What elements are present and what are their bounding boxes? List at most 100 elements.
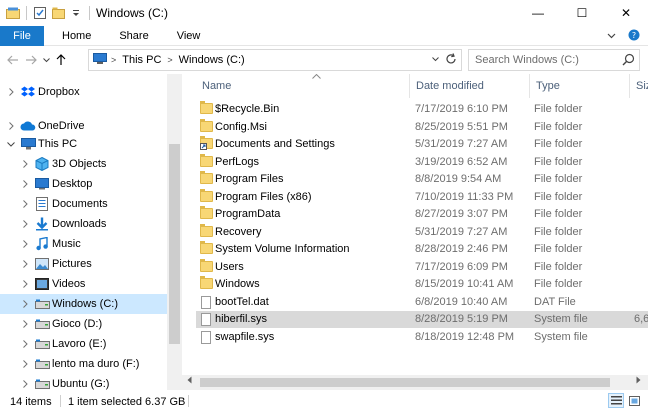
expand-ribbon-icon[interactable]	[607, 30, 616, 42]
chevron-right-icon[interactable]	[20, 314, 30, 334]
file-name: Config.Msi	[215, 120, 267, 133]
up-button[interactable]	[52, 46, 70, 74]
chevron-right-icon[interactable]	[6, 82, 16, 102]
sidebar-item-lento-ma-duro-f[interactable]: lento ma duro (F:)	[0, 354, 167, 374]
sidebar-item-dropbox[interactable]: Dropbox	[0, 82, 167, 102]
chevron-right-icon[interactable]	[20, 374, 30, 390]
file-type: File folder	[534, 155, 583, 168]
file-type: File folder	[534, 190, 583, 203]
file-row[interactable]: hiberfil.sys 8/28/2019 5:19 PM System file…	[196, 311, 648, 328]
file-row[interactable]: Config.Msi 8/25/2019 5:51 PM File folder	[196, 118, 648, 136]
chevron-right-icon[interactable]	[6, 116, 16, 136]
file-row[interactable]: Recovery 5/31/2019 7:27 AM File folder	[196, 223, 648, 241]
file-row[interactable]: Windows 8/15/2019 10:41 AM File folder	[196, 276, 648, 293]
maximize-button[interactable]: ☐	[560, 0, 604, 26]
file-row[interactable]: Documents and Settings 5/31/2019 7:27 AM F…	[196, 136, 648, 153]
column-header-size[interactable]: Size	[630, 74, 648, 98]
sidebar-item-documents[interactable]: Documents	[0, 194, 167, 214]
file-type: File folder	[534, 103, 583, 115]
chevron-right-icon[interactable]	[20, 294, 30, 314]
file-row[interactable]: Program Files (x86) 7/10/2019 11:33 PM Fil…	[196, 188, 648, 206]
sidebar-item-this-pc[interactable]: This PC	[0, 134, 167, 154]
refresh-icon[interactable]	[445, 53, 457, 68]
file-row[interactable]: Program Files 8/8/2019 9:54 AM File folder	[196, 171, 648, 188]
search-input[interactable]: Search Windows (C:)	[468, 49, 640, 71]
explorer-app-icon[interactable]	[6, 6, 20, 20]
file-row[interactable]: Users 7/17/2019 6:09 PM File folder	[196, 258, 648, 276]
chevron-right-icon[interactable]	[20, 154, 30, 174]
window-title: Windows (C:)	[96, 6, 169, 20]
folder-icon	[200, 223, 213, 238]
address-history-dropdown-icon[interactable]	[432, 55, 439, 64]
chevron-right-icon[interactable]	[20, 354, 30, 374]
status-item-count: 14 items	[10, 396, 52, 408]
file-type: File folder	[534, 120, 583, 133]
breadcrumb-separator[interactable]: >	[167, 55, 172, 65]
details-view-icon	[610, 396, 622, 405]
column-headers: Name Date modified Type Size	[182, 74, 648, 98]
navigation-pane-scroll-thumb[interactable]	[169, 144, 180, 344]
file-type: File folder	[534, 278, 583, 290]
up-arrow-icon	[56, 54, 66, 65]
breadcrumb-windows-c[interactable]: Windows (C:)	[179, 54, 245, 66]
tab-file[interactable]: File	[0, 25, 44, 46]
column-header-date-modified[interactable]: Date modified	[410, 74, 530, 98]
file-list: Name Date modified Type Size $Recycle.Bi…	[182, 74, 648, 390]
drive-icon	[34, 376, 50, 390]
scroll-right-icon[interactable]	[636, 376, 641, 386]
chevron-right-icon[interactable]	[20, 274, 30, 294]
horizontal-scrollbar[interactable]	[182, 375, 648, 390]
sidebar-item-windows-c[interactable]: Windows (C:)	[0, 294, 167, 314]
breadcrumb-this-pc[interactable]: This PC	[122, 54, 161, 66]
navigation-pane-scrollbar[interactable]	[167, 74, 182, 390]
properties-icon[interactable]	[33, 6, 47, 20]
tab-share[interactable]: Share	[105, 26, 162, 46]
file-row[interactable]: ProgramData 8/27/2019 3:07 PM File folder	[196, 206, 648, 223]
sidebar-item-videos[interactable]: Videos	[0, 274, 167, 294]
close-button[interactable]: ✕	[604, 0, 648, 26]
tab-home[interactable]: Home	[48, 26, 105, 46]
sidebar-item-ubuntu-g[interactable]: Ubuntu (G:)	[0, 374, 167, 390]
sidebar-item-3d-objects[interactable]: 3D Objects	[0, 154, 167, 174]
chevron-right-icon[interactable]	[20, 194, 30, 214]
chevron-right-icon[interactable]	[20, 234, 30, 254]
chevron-right-icon[interactable]	[20, 334, 30, 354]
scroll-left-icon[interactable]	[187, 376, 192, 386]
recent-locations-button[interactable]	[40, 46, 52, 74]
details-view-button[interactable]	[608, 393, 624, 408]
sidebar-item-pictures[interactable]: Pictures	[0, 254, 167, 274]
breadcrumb-separator[interactable]: >	[111, 55, 116, 65]
file-row[interactable]: System Volume Information 8/28/2019 2:46 …	[196, 241, 648, 258]
forward-button[interactable]	[22, 46, 40, 74]
sidebar-item-downloads[interactable]: Downloads	[0, 214, 167, 234]
navigation-pane: Dropbox OneDrive This PC 3D Objects Desktop D…	[0, 74, 182, 390]
tab-view[interactable]: View	[163, 26, 215, 46]
large-icons-view-button[interactable]	[626, 393, 642, 408]
file-row[interactable]: swapfile.sys 8/18/2019 12:48 PM System fil…	[196, 329, 648, 346]
column-header-type[interactable]: Type	[530, 74, 630, 98]
sidebar-item-desktop[interactable]: Desktop	[0, 174, 167, 194]
sidebar-item-lavoro-e[interactable]: Lavoro (E:)	[0, 334, 167, 354]
sidebar-item-onedrive[interactable]: OneDrive	[0, 116, 167, 136]
sidebar-item-music[interactable]: Music	[0, 234, 167, 254]
chevron-right-icon[interactable]	[20, 214, 30, 234]
sidebar-item-gioco-d[interactable]: Gioco (D:)	[0, 314, 167, 334]
file-row[interactable]: bootTel.dat 6/8/2019 10:40 AM DAT File	[196, 294, 648, 311]
help-icon[interactable]: ?	[628, 29, 640, 44]
file-type: File folder	[534, 243, 583, 255]
address-bar[interactable]: > This PC > Windows (C:)	[88, 49, 462, 71]
file-row[interactable]: PerfLogs 3/19/2019 6:52 AM File folder	[196, 153, 648, 171]
minimize-button[interactable]: —	[516, 0, 560, 26]
horizontal-scroll-thumb[interactable]	[200, 378, 610, 387]
column-header-name[interactable]: Name	[196, 74, 410, 98]
file-type: File folder	[534, 225, 583, 238]
customize-toolbar-dropdown-icon[interactable]	[69, 6, 83, 20]
chevron-right-icon[interactable]	[20, 254, 30, 274]
back-button[interactable]	[4, 46, 22, 74]
chevron-right-icon[interactable]	[20, 174, 30, 194]
new-folder-icon[interactable]	[51, 6, 65, 20]
folder-icon	[200, 118, 213, 133]
file-row[interactable]: $Recycle.Bin 7/17/2019 6:10 PM File folder	[196, 101, 648, 118]
sidebar-item-label: Windows (C:)	[52, 298, 119, 310]
chevron-down-icon[interactable]	[6, 134, 16, 154]
